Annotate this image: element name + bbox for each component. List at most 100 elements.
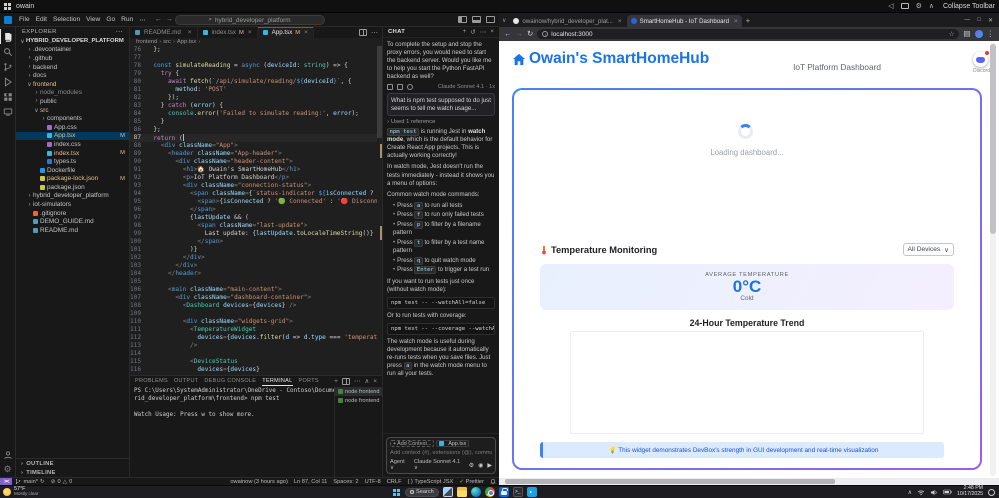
panel-tab[interactable]: TERMINAL bbox=[262, 376, 292, 386]
editor-more-icon[interactable]: ⋯ bbox=[371, 29, 378, 37]
indentation-item[interactable]: Spaces: 2 bbox=[330, 479, 361, 485]
menubar-item[interactable]: File bbox=[16, 16, 33, 23]
new-terminal-icon[interactable]: + bbox=[334, 378, 338, 385]
browser-tab[interactable]: SmartHomeHub - IoT Dashboard × bbox=[627, 15, 742, 27]
notifications-bell-icon[interactable] bbox=[487, 478, 499, 485]
discord-button[interactable] bbox=[973, 52, 988, 67]
account-icon[interactable] bbox=[0, 447, 16, 462]
menubar-item[interactable]: Run bbox=[118, 16, 136, 23]
send-icon[interactable]: ▶ bbox=[487, 462, 492, 469]
formatter-item[interactable]: ✓ Prettier bbox=[456, 479, 487, 485]
new-tab-button[interactable]: + bbox=[743, 16, 753, 25]
explorer-tree-item[interactable]: package-lock.json M bbox=[16, 175, 129, 184]
explorer-tree-item[interactable]: ∨ HYBRID_DEVELOPER_PLATFORM bbox=[16, 37, 129, 46]
split-editor-icon[interactable] bbox=[359, 29, 367, 36]
edge-button[interactable] bbox=[471, 487, 481, 497]
speaker-icon[interactable]: ◁ bbox=[888, 3, 893, 10]
breadcrumb-item[interactable]: frontend bbox=[136, 39, 161, 45]
tab-close-icon[interactable]: × bbox=[248, 29, 252, 36]
browser-menu-icon[interactable]: ⋮ bbox=[987, 30, 995, 38]
source-control-icon[interactable] bbox=[0, 59, 16, 74]
toggle-sidebar-icon[interactable] bbox=[458, 16, 467, 23]
editor-tab[interactable]: App.tsx M × bbox=[258, 27, 314, 38]
explorer-tree-item[interactable]: › hybrid_developer_platform bbox=[16, 192, 129, 201]
sidebar-section-header[interactable]: › TIMELINE bbox=[16, 468, 129, 477]
chat-close-icon[interactable]: × bbox=[490, 28, 494, 36]
sidebar-section-header[interactable]: › OUTLINE bbox=[16, 459, 129, 468]
explorer-tree-item[interactable]: Dockerfile bbox=[16, 166, 129, 175]
gear-icon[interactable]: ⚙ bbox=[916, 3, 922, 10]
back-icon[interactable]: ← bbox=[504, 30, 512, 38]
explorer-tree-item[interactable]: ∨ frontend bbox=[16, 80, 129, 89]
explorer-tree-item[interactable]: types.ts bbox=[16, 157, 129, 166]
tab-close-icon[interactable]: × bbox=[734, 18, 738, 25]
eol-item[interactable]: CRLF bbox=[384, 479, 405, 485]
close-panel-icon[interactable]: × bbox=[373, 378, 377, 385]
vscode-button[interactable] bbox=[527, 487, 537, 497]
explorer-tree-item[interactable]: › .devcontainer bbox=[16, 46, 129, 55]
explorer-tree-item[interactable]: › docs bbox=[16, 71, 129, 80]
menubar-item[interactable]: View bbox=[83, 16, 103, 23]
horizontal-scrollbar[interactable] bbox=[499, 478, 999, 485]
volume-icon[interactable] bbox=[930, 489, 938, 496]
command-center-search[interactable]: ⌕ hybrid_developer_platform bbox=[175, 15, 325, 25]
used-references-toggle[interactable]: › Used 1 reference bbox=[387, 119, 495, 125]
encoding-item[interactable]: UTF-8 bbox=[362, 479, 384, 485]
breadcrumb-item[interactable]: App.tsx bbox=[177, 39, 200, 45]
remote-explorer-icon[interactable] bbox=[0, 104, 16, 119]
maximize-panel-icon[interactable]: ∧ bbox=[364, 377, 369, 385]
minimize-icon[interactable]: — bbox=[964, 17, 970, 24]
explorer-tree-item[interactable]: index.css bbox=[16, 140, 129, 149]
menubar-item[interactable]: ⋯ bbox=[136, 16, 149, 24]
problems-item[interactable]: ⊘0 △0 bbox=[48, 479, 75, 485]
battery-icon[interactable] bbox=[943, 489, 952, 495]
weather-widget[interactable]: 57°F Mostly clear bbox=[3, 486, 39, 498]
tools-icon[interactable]: ⚙ bbox=[469, 462, 474, 469]
current-file-chip[interactable]: App.tsx bbox=[436, 440, 469, 447]
forward-icon[interactable]: → bbox=[516, 30, 524, 38]
explorer-tree-item[interactable]: App.css bbox=[16, 123, 129, 132]
close-window-icon[interactable]: ✕ bbox=[988, 17, 993, 24]
history-forward-icon[interactable]: → bbox=[166, 16, 173, 23]
tab-close-icon[interactable]: × bbox=[618, 18, 622, 25]
explorer-tree-item[interactable]: index.tsx M bbox=[16, 149, 129, 158]
breadcrumb-item[interactable]: src bbox=[163, 39, 175, 45]
collapse-toolbar-button[interactable]: Collapse Toolbar bbox=[943, 3, 995, 10]
task-view-button[interactable] bbox=[443, 487, 453, 497]
settings-gear-icon[interactable]: ⚙ bbox=[0, 462, 16, 477]
device-filter-select[interactable]: All Devices ∨ bbox=[903, 243, 954, 256]
tab-close-icon[interactable]: × bbox=[304, 29, 308, 36]
panel-tab[interactable]: OUTPUT bbox=[174, 376, 198, 386]
chat-input[interactable] bbox=[390, 449, 492, 457]
language-mode-item[interactable]: { } TypeScript JSX bbox=[405, 479, 457, 485]
git-branch-item[interactable]: main* ↻ bbox=[12, 478, 47, 485]
git-blame-item[interactable]: owainow (3 hours ago) bbox=[227, 479, 291, 485]
collections-icon[interactable]: ▤ bbox=[963, 30, 970, 38]
tab-close-icon[interactable]: × bbox=[188, 29, 192, 36]
terminal-instance[interactable]: node frontend bbox=[335, 387, 382, 396]
explorer-tree-item[interactable]: › public bbox=[16, 97, 129, 106]
explorer-tree-item[interactable]: package.json bbox=[16, 183, 129, 192]
tab-actions-icon[interactable]: ∨ bbox=[502, 17, 506, 24]
explorer-tree-item[interactable]: ∨ src bbox=[16, 106, 129, 115]
menubar-item[interactable]: Edit bbox=[33, 16, 50, 23]
explorer-tree-item[interactable]: .gitignore bbox=[16, 209, 129, 218]
menubar-item[interactable]: Go bbox=[103, 16, 118, 23]
new-chat-icon[interactable]: + bbox=[462, 28, 466, 36]
panel-more-icon[interactable]: ⋯ bbox=[354, 377, 361, 385]
microsoft-store-button[interactable] bbox=[499, 487, 509, 497]
editor-tab[interactable]: README.md × bbox=[130, 27, 198, 38]
chat-more-icon[interactable]: ⋯ bbox=[480, 28, 487, 36]
history-back-icon[interactable]: ← bbox=[155, 16, 162, 23]
terminal-output[interactable]: PS C:\Users\SystemAdministrator\OneDrive… bbox=[130, 386, 334, 477]
explorer-tree-item[interactable]: › backend bbox=[16, 63, 129, 72]
editor-tab[interactable]: index.tsx M × bbox=[198, 27, 258, 38]
menubar-item[interactable]: Selection bbox=[50, 16, 83, 23]
customize-layout-icon[interactable] bbox=[486, 16, 495, 23]
explorer-tree-item[interactable]: README.md bbox=[16, 226, 129, 235]
code-editor[interactable]: 76 }; 77 78 const simulateReading = asyn… bbox=[130, 46, 382, 375]
profile-avatar[interactable] bbox=[975, 30, 983, 38]
explorer-tree-item[interactable]: DEMO_GUIDE.md bbox=[16, 217, 129, 226]
explorer-more-icon[interactable]: ⋯ bbox=[116, 28, 123, 36]
split-terminal-icon[interactable] bbox=[342, 378, 350, 385]
